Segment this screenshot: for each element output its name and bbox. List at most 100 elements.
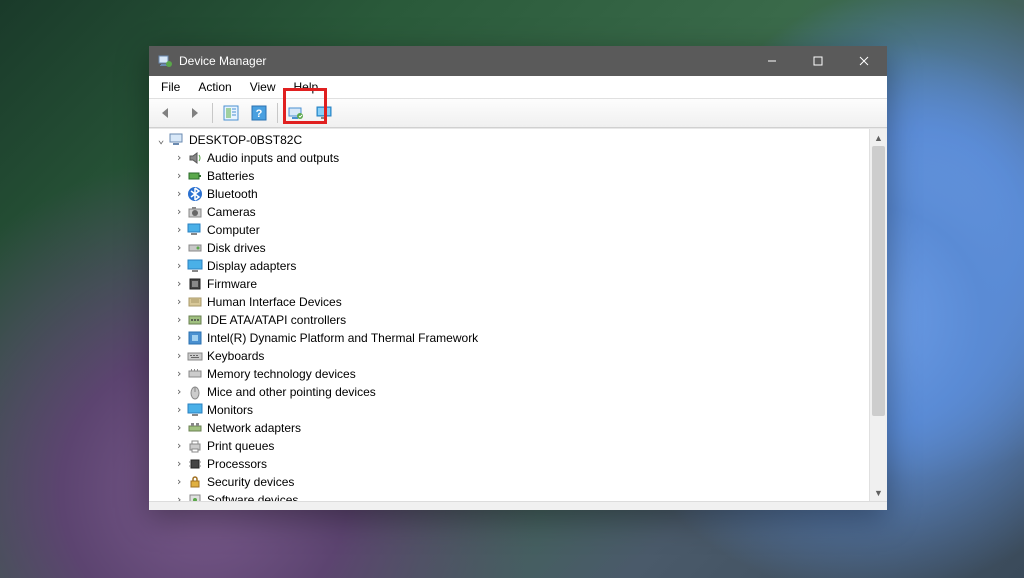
expand-icon[interactable]: › bbox=[173, 185, 185, 203]
maximize-button[interactable] bbox=[795, 46, 841, 76]
scroll-thumb[interactable] bbox=[872, 146, 885, 416]
computer-icon bbox=[187, 222, 203, 238]
tree-item[interactable]: ›Batteries bbox=[155, 167, 869, 185]
expand-icon[interactable]: › bbox=[173, 203, 185, 221]
toolbar-help-button[interactable]: ? bbox=[246, 100, 272, 126]
expand-icon[interactable]: › bbox=[173, 491, 185, 501]
mouse-icon bbox=[187, 384, 203, 400]
hid-icon bbox=[187, 294, 203, 310]
tree-item[interactable]: › Keyboards bbox=[155, 347, 869, 365]
tree-root-label: DESKTOP-0BST82C bbox=[189, 131, 302, 149]
expand-icon[interactable]: › bbox=[173, 221, 185, 239]
security-icon bbox=[187, 474, 203, 490]
tree-item[interactable]: ›Memory technology devices bbox=[155, 365, 869, 383]
monitor-icon bbox=[187, 402, 203, 418]
expand-icon[interactable]: › bbox=[173, 275, 185, 293]
tree-item-label: Processors bbox=[207, 455, 267, 473]
menu-file[interactable]: File bbox=[153, 78, 188, 96]
tree-item-label: Monitors bbox=[207, 401, 253, 419]
tree-item[interactable]: › Processors bbox=[155, 455, 869, 473]
toolbar-add-legacy-button[interactable] bbox=[311, 100, 337, 126]
expand-icon[interactable]: › bbox=[173, 419, 185, 437]
device-tree[interactable]: ⌄ DESKTOP-0BST82C › Audio inputs and outp… bbox=[149, 129, 869, 501]
collapse-icon[interactable]: ⌄ bbox=[155, 131, 167, 149]
tree-item[interactable]: › Network adapters bbox=[155, 419, 869, 437]
tree-item[interactable]: › Audio inputs and outputs bbox=[155, 149, 869, 167]
tree-root[interactable]: ⌄ DESKTOP-0BST82C bbox=[155, 131, 869, 149]
tree-item-label: Human Interface Devices bbox=[207, 293, 342, 311]
tree-item[interactable]: › Intel(R) Dynamic Platform and Thermal F… bbox=[155, 329, 869, 347]
close-button[interactable] bbox=[841, 46, 887, 76]
audio-icon bbox=[187, 150, 203, 166]
firmware-icon bbox=[187, 276, 203, 292]
tree-item-label: Cameras bbox=[207, 203, 256, 221]
tree-item[interactable]: › Print queues bbox=[155, 437, 869, 455]
disk-icon bbox=[187, 240, 203, 256]
tree-item[interactable]: ›Firmware bbox=[155, 275, 869, 293]
software-icon bbox=[187, 492, 203, 501]
arrow-left-icon bbox=[158, 105, 174, 121]
tree-item-label: Print queues bbox=[207, 437, 274, 455]
tree-icon bbox=[223, 105, 239, 121]
toolbar-console-tree-button[interactable] bbox=[218, 100, 244, 126]
menu-action[interactable]: Action bbox=[190, 78, 239, 96]
vertical-scrollbar[interactable]: ▲ ▼ bbox=[869, 129, 887, 501]
computer-icon bbox=[169, 132, 185, 148]
tree-item-label: Disk drives bbox=[207, 239, 266, 257]
toolbar-back-button[interactable] bbox=[153, 100, 179, 126]
expand-icon[interactable]: › bbox=[173, 455, 185, 473]
scroll-down-button[interactable]: ▼ bbox=[870, 484, 887, 501]
scroll-up-button[interactable]: ▲ bbox=[870, 129, 887, 146]
tree-item-label: Keyboards bbox=[207, 347, 264, 365]
tree-item[interactable]: › Cameras bbox=[155, 203, 869, 221]
toolbar-scan-button[interactable] bbox=[283, 100, 309, 126]
tree-item[interactable]: ›Mice and other pointing devices bbox=[155, 383, 869, 401]
tree-item[interactable]: › Security devices bbox=[155, 473, 869, 491]
expand-icon[interactable]: › bbox=[173, 473, 185, 491]
expand-icon[interactable]: › bbox=[173, 401, 185, 419]
tree-item[interactable]: › Disk drives bbox=[155, 239, 869, 257]
processor-icon bbox=[187, 456, 203, 472]
expand-icon[interactable]: › bbox=[173, 365, 185, 383]
titlebar[interactable]: Device Manager bbox=[149, 46, 887, 76]
memory-icon bbox=[187, 366, 203, 382]
expand-icon[interactable]: › bbox=[173, 293, 185, 311]
expand-icon[interactable]: › bbox=[173, 257, 185, 275]
toolbar-separator bbox=[212, 103, 213, 123]
help-icon: ? bbox=[251, 105, 267, 121]
tree-item-label: Computer bbox=[207, 221, 260, 239]
menu-view[interactable]: View bbox=[242, 78, 284, 96]
expand-icon[interactable]: › bbox=[173, 167, 185, 185]
network-icon bbox=[187, 420, 203, 436]
expand-icon[interactable]: › bbox=[173, 347, 185, 365]
tree-item-label: Display adapters bbox=[207, 257, 296, 275]
tree-item-label: Network adapters bbox=[207, 419, 301, 437]
expand-icon[interactable]: › bbox=[173, 149, 185, 167]
expand-icon[interactable]: › bbox=[173, 239, 185, 257]
menu-help[interactable]: Help bbox=[286, 78, 327, 96]
expand-icon[interactable]: › bbox=[173, 383, 185, 401]
expand-icon[interactable]: › bbox=[173, 329, 185, 347]
tree-item-label: Intel(R) Dynamic Platform and Thermal Fr… bbox=[207, 329, 478, 347]
minimize-button[interactable] bbox=[749, 46, 795, 76]
window-title: Device Manager bbox=[179, 54, 266, 68]
tree-item[interactable]: › Monitors bbox=[155, 401, 869, 419]
expand-icon[interactable]: › bbox=[173, 311, 185, 329]
camera-icon bbox=[187, 204, 203, 220]
tree-item[interactable]: ›IDE ATA/ATAPI controllers bbox=[155, 311, 869, 329]
toolbar-forward-button[interactable] bbox=[181, 100, 207, 126]
toolbar-separator bbox=[277, 103, 278, 123]
expand-icon[interactable]: › bbox=[173, 437, 185, 455]
tree-item[interactable]: ›Software devices bbox=[155, 491, 869, 501]
tree-item[interactable]: › Bluetooth bbox=[155, 185, 869, 203]
tree-item[interactable]: › Computer bbox=[155, 221, 869, 239]
printer-icon bbox=[187, 438, 203, 454]
tree-item[interactable]: › Human Interface Devices bbox=[155, 293, 869, 311]
tree-item-label: Bluetooth bbox=[207, 185, 258, 203]
battery-icon bbox=[187, 168, 203, 184]
tree-item-label: Security devices bbox=[207, 473, 294, 491]
tree-item[interactable]: › Display adapters bbox=[155, 257, 869, 275]
display-icon bbox=[187, 258, 203, 274]
tree-item-label: Audio inputs and outputs bbox=[207, 149, 339, 167]
intel-icon bbox=[187, 330, 203, 346]
